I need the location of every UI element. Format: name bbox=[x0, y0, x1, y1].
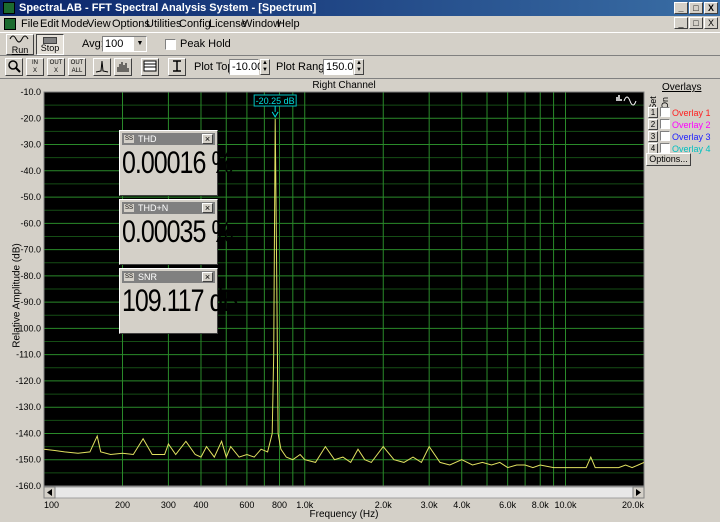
y-tick-label: -120.0 bbox=[15, 376, 41, 386]
x-tick-label: 300 bbox=[161, 500, 176, 510]
meter-icon: SS bbox=[124, 135, 134, 143]
x-tick-label: 4.0k bbox=[453, 500, 471, 510]
thd-n-meter-header: SS THD+N × bbox=[122, 202, 215, 214]
overlay-1-label: Overlay 1 bbox=[672, 108, 711, 118]
y-tick-label: -90.0 bbox=[20, 297, 41, 307]
thd-n-value: 0.00035 % bbox=[122, 214, 234, 250]
x-tick-label: 20.0k bbox=[622, 500, 645, 510]
snr-meter-title: SNR bbox=[138, 272, 158, 282]
overlay-3-set-button[interactable]: 3 bbox=[648, 131, 658, 142]
y-tick-label: -60.0 bbox=[20, 218, 41, 228]
thd-value: 0.00016 % bbox=[122, 145, 234, 181]
overlay-3-label: Overlay 3 bbox=[672, 132, 711, 142]
x-tick-label: 2.0k bbox=[375, 500, 393, 510]
y-tick-label: -130.0 bbox=[15, 402, 41, 412]
meter-icon: SS bbox=[124, 204, 134, 212]
thd-meter-header: SS THD × bbox=[122, 133, 215, 145]
y-tick-label: -30.0 bbox=[20, 140, 41, 150]
y-tick-label: -70.0 bbox=[20, 245, 41, 255]
x-tick-label: 10.0k bbox=[554, 500, 577, 510]
overlays-title: Overlays bbox=[662, 82, 702, 93]
overlay-4-checkbox[interactable] bbox=[660, 143, 670, 153]
snr-meter-header: SS SNR × bbox=[122, 271, 215, 283]
marker-value: -20.25 dB bbox=[256, 96, 295, 106]
x-tick-label: 1.0k bbox=[296, 500, 314, 510]
thd-meter-title: THD bbox=[138, 134, 157, 144]
x-tick-label: 400 bbox=[193, 500, 208, 510]
thd-n-meter[interactable]: SS THD+N × 0.00035 % bbox=[119, 199, 234, 265]
x-tick-label: 100 bbox=[44, 500, 59, 510]
y-tick-label: -40.0 bbox=[20, 166, 41, 176]
y-tick-label: -50.0 bbox=[20, 192, 41, 202]
y-tick-label: -10.0 bbox=[20, 87, 41, 97]
x-tick-label: 600 bbox=[239, 500, 254, 510]
y-tick-label: -160.0 bbox=[15, 481, 41, 491]
overlay-2-checkbox[interactable] bbox=[660, 119, 670, 129]
x-tick-label: 8.0k bbox=[532, 500, 550, 510]
horizontal-scrollbar[interactable] bbox=[43, 486, 645, 499]
x-tick-label: 3.0k bbox=[421, 500, 439, 510]
overlay-1-checkbox[interactable] bbox=[660, 107, 670, 117]
close-icon[interactable]: × bbox=[202, 203, 213, 213]
snr-value: 109.117 dB bbox=[122, 283, 239, 319]
thd-n-meter-title: THD+N bbox=[138, 203, 169, 213]
y-tick-label: -140.0 bbox=[15, 428, 41, 438]
overlay-1-set-button[interactable]: 1 bbox=[648, 107, 658, 118]
y-tick-label: -110.0 bbox=[16, 350, 41, 360]
overlay-options-button[interactable]: Options... bbox=[646, 153, 691, 166]
overlay-2-label: Overlay 2 bbox=[672, 120, 711, 130]
overlay-3-checkbox[interactable] bbox=[660, 131, 670, 141]
overlay-2-set-button[interactable]: 2 bbox=[648, 119, 658, 130]
snr-meter[interactable]: SS SNR × 109.117 dB bbox=[119, 268, 239, 334]
y-tick-label: -100.0 bbox=[15, 323, 41, 333]
close-icon[interactable]: × bbox=[202, 272, 213, 282]
spectrum-plot[interactable]: -10.0 -20.0 -30.0 -40.0 -50.0 -60.0 -70.0 -80.0… bbox=[0, 0, 720, 522]
y-tick-label: -150.0 bbox=[15, 455, 41, 465]
x-tick-label: 200 bbox=[115, 500, 130, 510]
y-tick-label: -20.0 bbox=[20, 113, 41, 123]
x-axis-ticks: 100 200 300 400 600 800 1.0k 2.0k 3.0k 4.0k 6.0k 8.… bbox=[44, 500, 644, 510]
x-tick-label: 6.0k bbox=[499, 500, 517, 510]
x-tick-label: 800 bbox=[272, 500, 287, 510]
y-axis-ticks: -10.0 -20.0 -30.0 -40.0 -50.0 -60.0 -70.0 -80.0… bbox=[15, 87, 41, 491]
y-tick-label: -80.0 bbox=[20, 271, 41, 281]
close-icon[interactable]: × bbox=[202, 134, 213, 144]
meter-icon: SS bbox=[124, 273, 134, 281]
thd-meter[interactable]: SS THD × 0.00016 % bbox=[119, 130, 234, 196]
